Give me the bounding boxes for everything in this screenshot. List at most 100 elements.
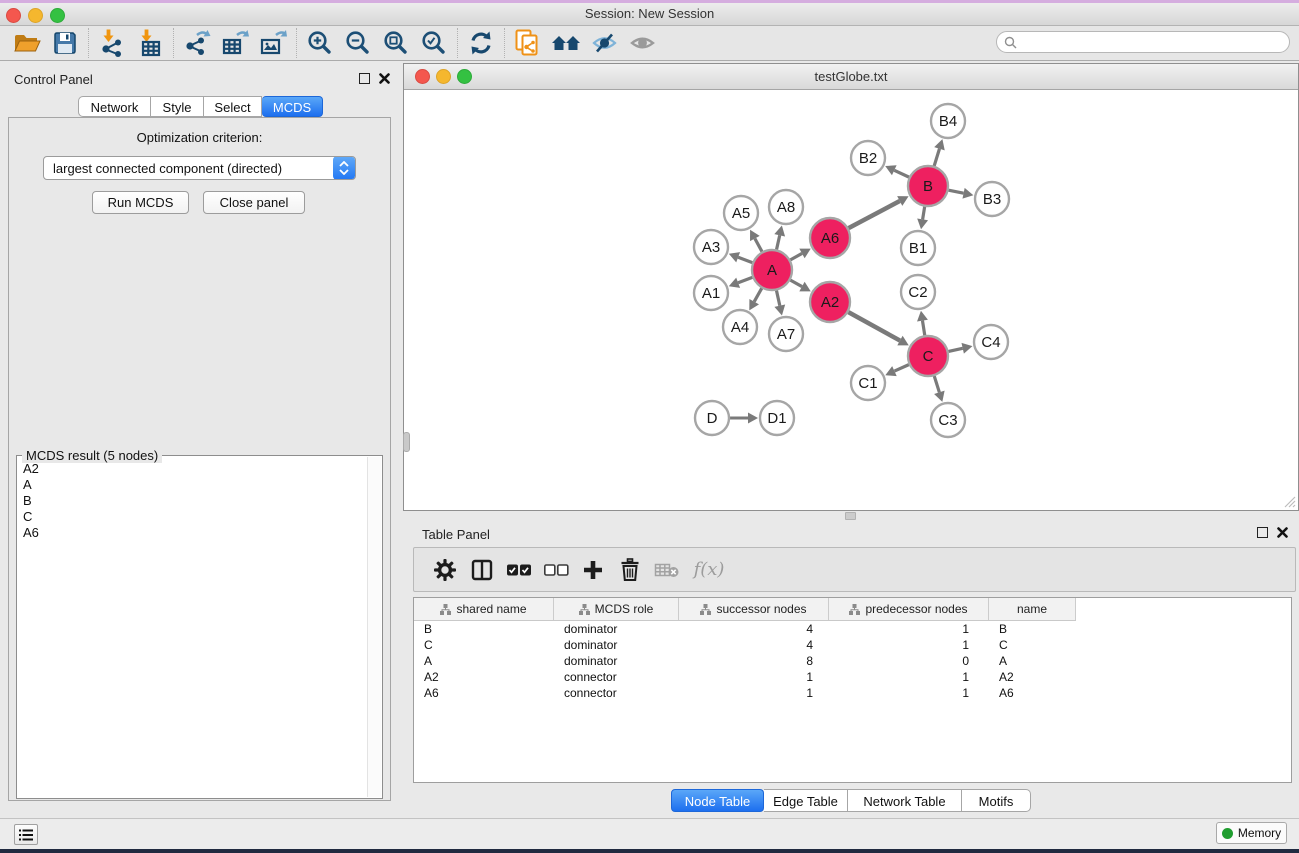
open-session-icon[interactable] <box>8 27 46 59</box>
table-cell[interactable]: A6 <box>414 685 554 701</box>
float-panel-icon[interactable] <box>1257 527 1268 538</box>
table-cell[interactable]: C <box>989 637 1076 653</box>
mcds-result-item[interactable]: A6 <box>18 525 367 541</box>
graph-edge-A-A1[interactable] <box>738 277 752 282</box>
tab-network[interactable]: Network <box>78 96 151 117</box>
close-panel-button[interactable]: Close panel <box>203 191 305 214</box>
table-cell[interactable]: dominator <box>554 653 679 669</box>
table-cell[interactable]: 1 <box>829 685 989 701</box>
graph-edge-A-A8[interactable] <box>777 235 780 249</box>
mcds-result-list[interactable]: A2ABCA6 <box>18 461 367 797</box>
network-graph[interactable]: B4B2BB3A5A8A6B1A3AC2A1A2A4A7C4CC1C3DD1 <box>404 89 1298 510</box>
memory-button[interactable]: Memory <box>1216 822 1287 844</box>
table-cell[interactable]: A <box>989 653 1076 669</box>
table-cell[interactable]: C <box>414 637 554 653</box>
table-cell[interactable]: B <box>989 621 1076 637</box>
graph-edge-A-A5[interactable] <box>755 238 762 251</box>
graph-edge-A-A4[interactable] <box>754 288 762 301</box>
graph-edge-A-A3[interactable] <box>738 257 752 262</box>
table-row[interactable]: Cdominator41C <box>414 637 1291 653</box>
graph-edge-C-C4[interactable] <box>948 348 962 351</box>
show-panels-button[interactable] <box>14 824 38 845</box>
table-row[interactable]: Adominator80A <box>414 653 1291 669</box>
table-cell[interactable]: dominator <box>554 621 679 637</box>
table-cell[interactable]: 4 <box>679 637 829 653</box>
table-cell[interactable]: A6 <box>989 685 1076 701</box>
graph-edge-B-B2[interactable] <box>894 170 909 177</box>
tab-motifs[interactable]: Motifs <box>962 789 1031 812</box>
table-cell[interactable]: 8 <box>679 653 829 669</box>
table-cell[interactable]: dominator <box>554 637 679 653</box>
close-panel-icon[interactable] <box>1277 527 1288 538</box>
table-cell[interactable]: 1 <box>679 685 829 701</box>
splitter-handle-vertical[interactable] <box>403 432 410 452</box>
minimize-window-button[interactable] <box>28 8 43 23</box>
mcds-result-item[interactable]: A <box>18 477 367 493</box>
criterion-dropdown[interactable]: largest connected component (directed) <box>43 156 356 180</box>
import-table-icon[interactable] <box>131 27 169 59</box>
graph-edge-A-A6[interactable] <box>790 253 802 259</box>
table-cell[interactable]: 0 <box>829 653 989 669</box>
select-all-icon[interactable] <box>500 553 537 587</box>
export-image-icon[interactable] <box>254 27 292 59</box>
graph-edge-A2-C[interactable] <box>848 312 900 340</box>
unselect-all-icon[interactable] <box>537 553 574 587</box>
float-panel-icon[interactable] <box>359 73 370 84</box>
tab-select[interactable]: Select <box>204 96 262 117</box>
export-table-icon[interactable] <box>216 27 254 59</box>
export-network-icon[interactable] <box>178 27 216 59</box>
mcds-result-item[interactable]: A2 <box>18 461 367 477</box>
split-columns-icon[interactable] <box>463 553 500 587</box>
table-cell[interactable]: 1 <box>829 637 989 653</box>
splitter-handle-horizontal[interactable] <box>845 512 856 520</box>
zoom-fit-icon[interactable] <box>377 27 415 59</box>
tab-edge-table[interactable]: Edge Table <box>764 789 848 812</box>
mcds-result-scrollbar[interactable] <box>367 457 381 797</box>
search-input[interactable] <box>1021 33 1289 51</box>
tab-mcds[interactable]: MCDS <box>262 96 323 117</box>
save-session-icon[interactable] <box>46 27 84 59</box>
table-row[interactable]: Bdominator41B <box>414 621 1291 637</box>
add-column-icon[interactable] <box>574 553 611 587</box>
graph-edge-B-B4[interactable] <box>934 149 939 166</box>
table-cell[interactable]: connector <box>554 685 679 701</box>
table-cell[interactable]: A <box>414 653 554 669</box>
column-header-predecessor-nodes[interactable]: predecessor nodes <box>829 598 989 620</box>
column-header-MCDS-role[interactable]: MCDS role <box>554 598 679 620</box>
table-row[interactable]: A2connector11A2 <box>414 669 1291 685</box>
graph-edge-C-C3[interactable] <box>934 376 939 392</box>
import-network-icon[interactable] <box>93 27 131 59</box>
function-builder-icon[interactable]: f(x) <box>685 553 733 587</box>
zoom-selected-icon[interactable] <box>415 27 453 59</box>
table-cell[interactable]: A2 <box>989 669 1076 685</box>
tab-node-table[interactable]: Node Table <box>671 789 764 812</box>
toolbar-search-field[interactable] <box>996 31 1290 53</box>
table-row[interactable]: A6connector11A6 <box>414 685 1291 701</box>
table-cell[interactable]: 4 <box>679 621 829 637</box>
settings-gear-icon[interactable] <box>426 553 463 587</box>
column-header-shared-name[interactable]: shared name <box>414 598 554 620</box>
refresh-icon[interactable] <box>462 27 500 59</box>
close-panel-icon[interactable] <box>379 73 390 84</box>
tab-network-table[interactable]: Network Table <box>848 789 962 812</box>
column-header-successor-nodes[interactable]: successor nodes <box>679 598 829 620</box>
table-cell[interactable]: 1 <box>679 669 829 685</box>
mcds-result-item[interactable]: C <box>18 509 367 525</box>
network-window-titlebar[interactable]: testGlobe.txt <box>404 64 1298 90</box>
mcds-result-item[interactable]: B <box>18 493 367 509</box>
hide-graphics-details-icon[interactable] <box>585 27 623 59</box>
graph-edge-A-A7[interactable] <box>776 291 779 306</box>
network-canvas[interactable]: B4B2BB3A5A8A6B1A3AC2A1A2A4A7C4CC1C3DD1 <box>404 89 1298 510</box>
table-cell[interactable]: 1 <box>829 621 989 637</box>
show-graphics-details-icon[interactable] <box>623 27 661 59</box>
zoom-out-icon[interactable] <box>339 27 377 59</box>
table-cell[interactable]: 1 <box>829 669 989 685</box>
table-cell[interactable]: B <box>414 621 554 637</box>
table-cell[interactable]: connector <box>554 669 679 685</box>
network-from-selection-icon[interactable] <box>509 27 547 59</box>
delete-table-icon[interactable] <box>648 553 685 587</box>
table-cell[interactable]: A2 <box>414 669 554 685</box>
graph-edge-B-B3[interactable] <box>949 190 964 193</box>
first-neighbors-icon[interactable] <box>547 27 585 59</box>
graph-edge-C-C2[interactable] <box>922 321 924 336</box>
